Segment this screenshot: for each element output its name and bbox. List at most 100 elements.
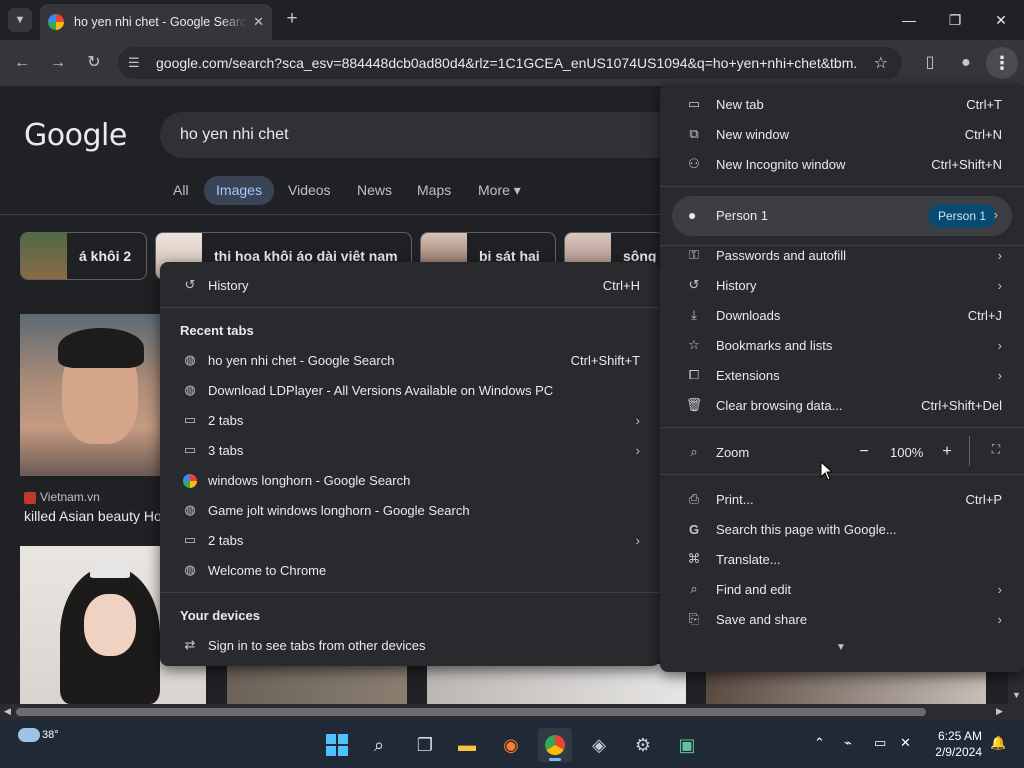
- back-button[interactable]: ←: [10, 51, 34, 75]
- result-source[interactable]: Vietnam.vn: [24, 490, 100, 504]
- globe-icon: ◍: [184, 382, 196, 397]
- passwords-item[interactable]: ⚿ Passwords and autofill ›: [684, 240, 1002, 270]
- minimize-button[interactable]: —: [894, 8, 924, 32]
- translate-item[interactable]: ⌘ Translate...: [684, 544, 1002, 574]
- network-icon[interactable]: ⌁: [844, 735, 852, 751]
- chevron-right-icon: ›: [635, 442, 640, 458]
- chip-thumbnail: [21, 233, 67, 279]
- divider: [660, 427, 1024, 428]
- related-chip[interactable]: á khôi 2: [20, 232, 147, 280]
- scroll-down-icon[interactable]: ▼: [1012, 690, 1021, 700]
- download-icon: ⤓: [691, 307, 697, 322]
- clear-browsing-item[interactable]: 🗑 Clear browsing data... Ctrl+Shift+Del: [684, 390, 1002, 420]
- scrollbar-corner: [1008, 704, 1024, 720]
- window-icon: ▭: [183, 532, 197, 547]
- new-tab-item[interactable]: ▭ New tab Ctrl+T: [684, 89, 1002, 119]
- fullscreen-icon[interactable]: ⛶: [986, 442, 1006, 462]
- tab-videos[interactable]: Videos: [288, 182, 331, 198]
- image-result[interactable]: [427, 664, 686, 704]
- file-explorer-icon[interactable]: ▬: [450, 728, 484, 762]
- address-bar[interactable]: ☰ google.com/search?sca_esv=884448dcb0ad…: [118, 47, 902, 79]
- recent-tab-item[interactable]: ◍ Welcome to Chrome: [180, 555, 640, 585]
- google-logo[interactable]: Google: [24, 118, 127, 153]
- chrome-taskbar-button[interactable]: [538, 728, 572, 762]
- app-icon[interactable]: ▣: [670, 728, 704, 762]
- notification-bell-icon[interactable]: 🔔: [990, 735, 1006, 751]
- start-button[interactable]: [320, 728, 354, 762]
- search-icon[interactable]: ⌕: [362, 728, 396, 762]
- person-icon: ●: [688, 207, 697, 223]
- divider: [660, 186, 1024, 187]
- google-g-icon: G: [688, 521, 700, 537]
- search-page-item[interactable]: G Search this page with Google...: [684, 514, 1002, 544]
- settings-icon[interactable]: ⚙: [626, 728, 660, 762]
- close-icon[interactable]: ✕: [253, 14, 264, 30]
- forward-button[interactable]: →: [46, 51, 70, 75]
- profile-badge: Person 1: [928, 204, 997, 228]
- tab-maps[interactable]: Maps: [417, 182, 451, 198]
- time: 6:25 AM: [937, 729, 982, 743]
- recent-window-item[interactable]: ▭ 2 tabs ›: [180, 525, 640, 555]
- app-icon[interactable]: ◈: [582, 728, 616, 762]
- star-icon[interactable]: ☆: [874, 53, 888, 73]
- zoom-out-button[interactable]: −: [850, 438, 878, 466]
- cloud-icon: [18, 728, 40, 742]
- tab-all[interactable]: All: [173, 182, 189, 198]
- side-panel-icon[interactable]: ▯: [918, 51, 942, 75]
- recent-tab-item[interactable]: ◍ Download LDPlayer - All Versions Avail…: [180, 375, 640, 405]
- trash-icon: 🗑: [685, 397, 703, 412]
- close-window-button[interactable]: ✕: [986, 8, 1016, 32]
- new-tab-button[interactable]: +: [282, 9, 302, 29]
- scroll-more-icon[interactable]: ▼: [836, 642, 846, 653]
- recent-window-item[interactable]: ▭ 3 tabs ›: [180, 435, 640, 465]
- print-icon: ⎙: [688, 491, 700, 506]
- history-menu-item[interactable]: ↺ History ›: [684, 270, 1002, 300]
- zoom-in-button[interactable]: +: [933, 438, 961, 466]
- tab-news[interactable]: News: [357, 182, 392, 198]
- display-icon[interactable]: ▭: [874, 735, 886, 751]
- recent-tab-item[interactable]: windows longhorn - Google Search: [180, 465, 640, 495]
- restore-button[interactable]: ❐: [940, 8, 970, 32]
- scroll-right-icon[interactable]: ▶: [996, 706, 1003, 717]
- recent-window-item[interactable]: ▭ 2 tabs ›: [180, 405, 640, 435]
- scroll-thumb[interactable]: [16, 708, 926, 716]
- recent-tab-item[interactable]: ◍ Game jolt windows longhorn - Google Se…: [180, 495, 640, 525]
- extensions-item[interactable]: ⧠ Extensions ›: [684, 360, 1002, 390]
- find-edit-item[interactable]: ⌕ Find and edit ›: [684, 574, 1002, 604]
- firefox-icon[interactable]: ◉: [494, 728, 528, 762]
- clock[interactable]: 6:25 AM 2/9/2024: [930, 728, 982, 760]
- chrome-menu-button[interactable]: ⋮: [986, 47, 1018, 79]
- weather-widget[interactable]: 38°: [18, 728, 59, 742]
- horizontal-scrollbar[interactable]: ◀ ▶: [0, 704, 1008, 720]
- new-window-item[interactable]: ⧉ New window Ctrl+N: [684, 119, 1002, 149]
- new-window-icon: ⧉: [689, 126, 699, 141]
- task-view-icon[interactable]: ❐: [408, 728, 442, 762]
- share-icon: ⎘: [688, 611, 700, 626]
- chrome-main-menu: ▭ New tab Ctrl+T ⧉ New window Ctrl+N ⚇ N…: [660, 84, 1024, 672]
- url-text[interactable]: google.com/search?sca_esv=884448dcb0ad80…: [156, 55, 856, 71]
- save-share-item[interactable]: ⎘ Save and share ›: [684, 604, 1002, 634]
- new-incognito-item[interactable]: ⚇ New Incognito window Ctrl+Shift+N: [684, 149, 1002, 179]
- tab-more[interactable]: More ▾: [478, 182, 521, 199]
- new-tab-icon: ▭: [687, 96, 701, 111]
- tab-search-button[interactable]: ▼: [8, 8, 32, 32]
- chevron-down-icon: ▼: [14, 14, 26, 26]
- profile-item[interactable]: ● Person 1 Person 1 ›: [672, 196, 1012, 236]
- image-result[interactable]: [227, 664, 407, 704]
- print-item[interactable]: ⎙ Print... Ctrl+P: [684, 484, 1002, 514]
- scroll-left-icon[interactable]: ◀: [4, 706, 11, 717]
- downloads-item[interactable]: ⤓ Downloads Ctrl+J: [684, 300, 1002, 330]
- chevron-right-icon: ›: [997, 277, 1002, 293]
- recent-tab-item[interactable]: ◍ ho yen nhi chet - Google Search Ctrl+S…: [180, 345, 640, 375]
- site-info-icon[interactable]: ☰: [128, 55, 148, 71]
- history-item[interactable]: ↺ History Ctrl+H: [180, 270, 640, 300]
- reload-button[interactable]: ↻: [82, 51, 106, 75]
- sign-in-devices-item[interactable]: ⇄ Sign in to see tabs from other devices: [180, 630, 640, 660]
- tab-active[interactable]: ho yen nhi chet - Google Search ✕: [40, 4, 272, 40]
- bookmarks-item[interactable]: ☆ Bookmarks and lists ›: [684, 330, 1002, 360]
- volume-mute-icon[interactable]: ✕: [900, 735, 911, 751]
- search-input[interactable]: ho yen nhi chet: [160, 112, 680, 158]
- tab-images[interactable]: Images: [204, 176, 274, 205]
- chevron-up-icon[interactable]: ⌃: [814, 735, 825, 751]
- profile-icon[interactable]: ●: [954, 51, 978, 75]
